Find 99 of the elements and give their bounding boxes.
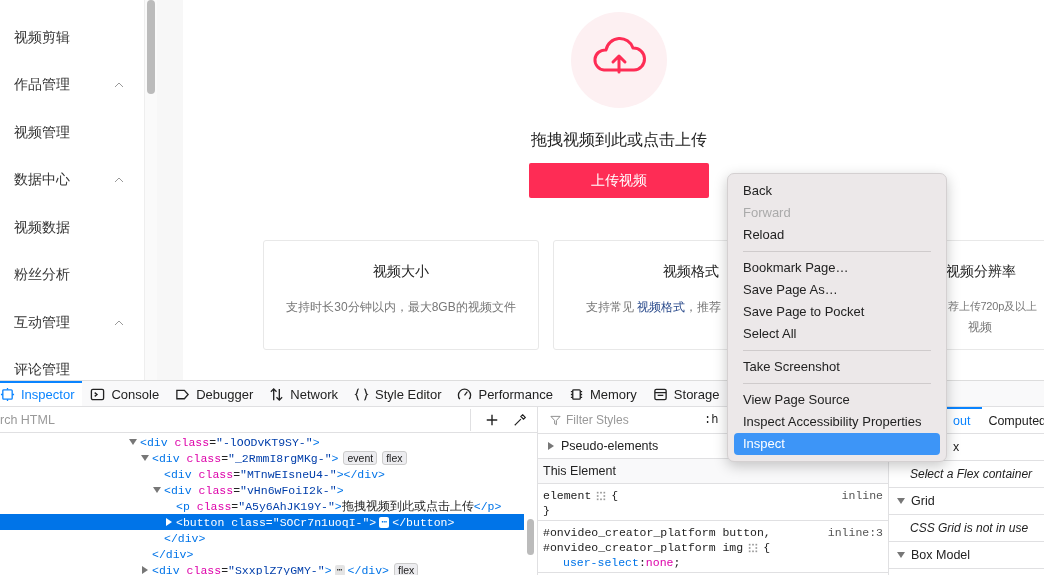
info-note: Select a Flex container [910, 467, 1033, 481]
info-note: CSS Grid is not in use [910, 521, 1029, 535]
brace-text: { [763, 541, 771, 554]
section-header: This Element [538, 459, 888, 484]
markup-text: <div class="SxxplZ7yGMY-"> [152, 563, 332, 575]
expand-triangle-icon[interactable] [165, 518, 173, 526]
sidebar-item[interactable]: 视频剪辑 [14, 28, 70, 47]
card-title: 视频格式 [663, 263, 719, 281]
inspector-icon [0, 387, 15, 402]
sidebar-item[interactable]: 粉丝分析 [14, 266, 70, 285]
braces-icon [354, 387, 369, 402]
rule-source-link[interactable]: inline [841, 489, 883, 502]
sidebar-item[interactable]: 视频管理 [14, 123, 70, 142]
markup-text: <button class="SOCr7n1uoqI-"> [176, 515, 377, 529]
devtools-tab[interactable]: Style Editor [346, 381, 450, 406]
card-description: 支持常见 视频格式，推荐 [586, 299, 722, 316]
console-icon [90, 387, 106, 402]
devtools-tab[interactable]: Network [261, 381, 346, 406]
expand-triangle-icon[interactable] [141, 454, 149, 462]
grid-icon[interactable] [596, 490, 607, 501]
expand-triangle-icon[interactable] [141, 566, 149, 574]
gauge-icon [457, 387, 473, 402]
menu-item[interactable]: View Page Source [734, 389, 940, 411]
card-description: 支持时长30分钟以内，最大8GB的视频文件 [286, 299, 516, 316]
plus-icon[interactable] [485, 412, 499, 427]
ellipsis-badge[interactable]: ⋯ [379, 516, 390, 528]
css-selector: element [543, 489, 592, 502]
sidebar-item[interactable]: 互动管理 [14, 313, 70, 332]
menu-item[interactable]: Select All [734, 323, 940, 345]
card-description: 视频 [968, 319, 992, 336]
markup-text: </div> [347, 563, 389, 575]
devtools-tab[interactable]: Inspector [0, 381, 83, 406]
chip-icon [568, 387, 584, 402]
expand-triangle-icon[interactable] [897, 497, 905, 505]
node-badge[interactable]: event [343, 451, 378, 465]
markup-text: </button> [392, 515, 455, 529]
scrollbar-thumb[interactable] [147, 0, 155, 94]
cloud-upload-icon [571, 12, 667, 108]
section-header[interactable]: x [953, 440, 960, 454]
brace-text: } [543, 504, 550, 517]
rule-source-link[interactable]: inline:3 [827, 526, 883, 539]
markup-text: <p class="A5y6AhJK19Y-">拖拽视频到此或点击上传</p> [176, 498, 502, 514]
markup-text: <div class="MTnwEIsneU4-"></div> [164, 467, 385, 481]
markup-text: </div> [164, 531, 206, 545]
menu-item[interactable]: Save Page to Pocket [734, 301, 940, 323]
markup-text: <div class="-lOODvKT9SY-"> [140, 435, 320, 449]
scrollbar-thumb[interactable] [527, 519, 534, 555]
tree-row[interactable]: <p class="A5y6AhJK19Y-">拖拽视频到此或点击上传</p> [0, 498, 524, 514]
search-html-field[interactable]: rch HTML [0, 408, 471, 431]
menu-item[interactable]: Inspect Accessibility Properties [734, 411, 940, 433]
ellipsis-badge[interactable]: ⋯ [334, 564, 345, 575]
sidebar-item[interactable]: 视频数据 [14, 218, 70, 237]
markup-text: <div class="vHn6wFoiI2k-"> [164, 483, 344, 497]
tree-row[interactable]: <button class="SOCr7n1uoqI-"> ⋯ </button> [0, 514, 524, 530]
sidebar-item[interactable]: 数据中心 [14, 171, 70, 190]
storage-icon [652, 387, 668, 402]
expand-triangle-icon[interactable] [129, 438, 137, 446]
upload-prompt: 拖拽视频到此或点击上传 [531, 130, 707, 150]
menu-item[interactable]: Save Page As… [734, 279, 940, 301]
pseudo-class-toggle[interactable]: :h [704, 413, 719, 427]
menu-item[interactable]: Bookmark Page… [734, 257, 940, 279]
brace-text: { [611, 489, 619, 502]
network-icon [269, 387, 285, 402]
tree-row[interactable]: <div class="SxxplZ7yGMY-"> ⋯ </div> flex [0, 562, 524, 575]
filter-icon [550, 414, 561, 426]
sidebar-item[interactable]: 评论管理 [14, 361, 70, 380]
node-badge[interactable]: flex [382, 451, 407, 465]
markup-text: </div> [152, 547, 194, 561]
sidebar-item[interactable]: 作品管理 [14, 76, 70, 95]
markup-text: <div class="_2RmmI8rgMKg-"> [152, 451, 339, 465]
section-label[interactable]: Pseudo-elements [561, 439, 659, 453]
tree-row[interactable]: <div class="MTnwEIsneU4-"></div> [0, 466, 524, 482]
card-title: 视频分辨率 [946, 263, 1016, 281]
devtools-tab[interactable]: Console [82, 381, 168, 406]
section-header[interactable]: Box Model [911, 548, 971, 562]
css-selector: #onvideo_creator_platform button, [543, 526, 771, 539]
expand-triangle-icon[interactable] [897, 551, 905, 559]
card-description: 荐上传720p及以上 [948, 299, 1037, 314]
grid-icon[interactable] [748, 542, 759, 553]
tree-row[interactable]: <div class="vHn6wFoiI2k-"> [0, 482, 524, 498]
menu-item[interactable]: Back [734, 180, 940, 202]
devtools-tab[interactable]: Storage [644, 381, 728, 406]
section-header[interactable]: Grid [911, 494, 935, 508]
node-badge[interactable]: flex [394, 563, 419, 575]
expand-triangle-icon[interactable] [153, 486, 161, 494]
tree-row[interactable]: <div class="-lOODvKT9SY-"> [0, 434, 524, 450]
menu-item[interactable]: Reload [734, 224, 940, 246]
debugger-icon [175, 387, 191, 402]
upload-button[interactable]: 上传视频 [529, 163, 709, 198]
devtools-tab[interactable]: Debugger [167, 381, 262, 406]
menu-item[interactable]: Take Screenshot [734, 356, 940, 378]
devtools-tab[interactable]: Memory [560, 381, 645, 406]
eyedropper-icon[interactable] [513, 412, 527, 427]
css-selector: #onvideo_creator_platform img [543, 541, 744, 554]
tree-row[interactable]: <div class="_2RmmI8rgMKg-"> event flex [0, 450, 524, 466]
css-declaration[interactable]: user-select:none; [543, 555, 883, 570]
devtools-tab[interactable]: Performance [449, 381, 561, 406]
card-title: 视频大小 [373, 263, 429, 281]
expand-triangle-icon[interactable] [547, 442, 555, 450]
